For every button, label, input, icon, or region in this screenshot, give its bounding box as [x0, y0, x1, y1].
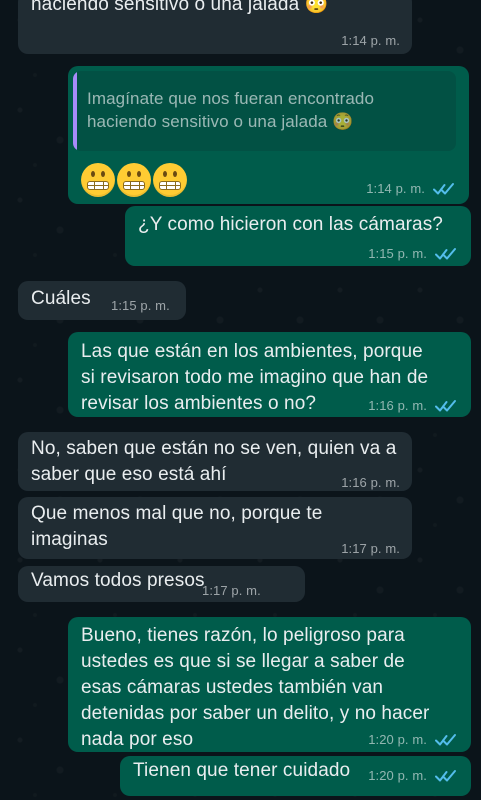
message-meta: 1:14 p. m. — [366, 181, 455, 197]
message-meta: 1:15 p. m. — [368, 246, 457, 262]
message-time: 1:20 p. m. — [368, 732, 427, 747]
message-text: haciendo sensitivo o una jalada 😳 — [31, 0, 329, 15]
incoming-message-2[interactable]: Cuáles 1:15 p. m. — [18, 281, 186, 320]
outgoing-message-2[interactable]: ¿Y como hicieron con las cámaras? 1:15 p… — [125, 206, 471, 266]
double-check-icon — [435, 248, 456, 260]
outgoing-message-5[interactable]: Tienen que tener cuidado 1:20 p. m. — [120, 756, 471, 796]
double-check-icon — [435, 734, 456, 746]
quoted-message[interactable]: Imagínate que nos fueran encontrado haci… — [73, 71, 456, 151]
incoming-message-1[interactable]: haciendo sensitivo o una jalada 😳 1:14 p… — [18, 0, 412, 54]
grimacing-face-emoji — [117, 163, 151, 197]
message-text: Que menos mal que no, porque te imaginas — [31, 503, 323, 550]
outgoing-message-4[interactable]: Bueno, tienes razón, lo peligroso para u… — [68, 617, 471, 752]
quoted-text: Imagínate que nos fueran encontrado haci… — [87, 89, 375, 131]
message-meta: 1:20 p. m. — [368, 768, 457, 784]
message-meta: 1:17 p. m. — [202, 583, 261, 599]
message-meta: 1:14 p. m. — [341, 33, 400, 49]
grimacing-face-emoji — [81, 163, 115, 197]
message-time: 1:15 p. m. — [368, 246, 427, 261]
message-meta: 1:16 p. m. — [368, 398, 457, 414]
message-time: 1:14 p. m. — [366, 181, 425, 196]
grimacing-face-emoji — [153, 163, 187, 197]
quote-accent-bar — [73, 71, 77, 151]
message-time: 1:16 p. m. — [341, 475, 400, 490]
message-time: 1:14 p. m. — [341, 33, 400, 48]
message-text: Vamos todos presos — [31, 570, 205, 591]
outgoing-message-3[interactable]: Las que están en los ambientes, porque s… — [68, 332, 471, 417]
double-check-icon — [435, 770, 456, 782]
message-time: 1:15 p. m. — [111, 298, 170, 313]
outgoing-message-quote[interactable]: Imagínate que nos fueran encontrado haci… — [68, 66, 469, 204]
message-text: Tienen que tener cuidado — [133, 760, 351, 781]
message-meta: 1:15 p. m. — [111, 298, 170, 314]
message-meta: 1:16 p. m. — [341, 475, 400, 491]
message-time: 1:20 p. m. — [368, 768, 427, 783]
message-meta: 1:17 p. m. — [341, 541, 400, 557]
message-time: 1:17 p. m. — [202, 583, 261, 598]
incoming-message-3[interactable]: No, saben que están no se ven, quien va … — [18, 432, 412, 491]
message-meta: 1:20 p. m. — [368, 732, 457, 748]
message-time: 1:16 p. m. — [368, 398, 427, 413]
double-check-icon — [435, 400, 456, 412]
incoming-message-5[interactable]: Vamos todos presos 1:17 p. m. — [18, 566, 305, 602]
message-text: ¿Y como hicieron con las cámaras? — [138, 214, 443, 235]
incoming-message-4[interactable]: Que menos mal que no, porque te imaginas… — [18, 497, 412, 559]
message-time: 1:17 p. m. — [341, 541, 400, 556]
message-text: Cuáles — [31, 288, 91, 309]
double-check-icon — [433, 183, 454, 195]
emoji-row — [81, 163, 187, 197]
